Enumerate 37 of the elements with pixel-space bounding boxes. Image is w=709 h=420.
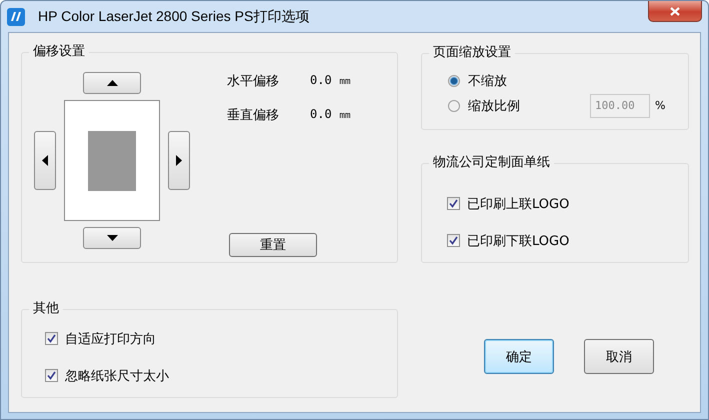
- group-title: 其他: [29, 301, 63, 317]
- right-button[interactable]: [168, 131, 190, 190]
- offset-label: 垂直偏移: [227, 107, 280, 124]
- window-title: HP Color LaserJet 2800 Series PS打印选项: [38, 8, 310, 26]
- group-title: 偏移设置: [29, 44, 89, 60]
- down-arrow-icon: [106, 235, 118, 241]
- group-title: 页面缩放设置: [429, 45, 515, 61]
- checkbox-label: 自适应打印方向: [65, 330, 156, 348]
- up-arrow-icon: [106, 80, 118, 86]
- checkbox[interactable]: [447, 234, 460, 247]
- printer-app-icon: [7, 8, 25, 26]
- radio-button[interactable]: [448, 74, 460, 86]
- checkbox-label: 已印刷上联LOGO: [467, 196, 570, 212]
- radio-label: 缩放比例: [468, 98, 521, 114]
- down-button[interactable]: [83, 227, 141, 249]
- up-button[interactable]: [83, 72, 141, 94]
- left-button[interactable]: [34, 131, 56, 190]
- radio-button[interactable]: [448, 100, 460, 112]
- checkbox[interactable]: [45, 369, 58, 382]
- right-arrow-icon: [176, 155, 182, 166]
- left-arrow-icon: [42, 155, 48, 166]
- checkbox[interactable]: [447, 197, 460, 210]
- cancel-button[interactable]: 取消: [584, 339, 654, 374]
- close-button[interactable]: [648, 1, 702, 22]
- checkbox-label: 忽略纸张尺寸太小: [65, 368, 169, 384]
- print-area: [88, 130, 136, 190]
- offset-label: 水平偏移: [227, 73, 280, 90]
- checkbox[interactable]: [45, 332, 58, 345]
- close-icon: [670, 6, 680, 16]
- ok-button[interactable]: 确定: [484, 339, 554, 374]
- offset-value: 0.0 ㎜: [310, 72, 351, 89]
- checkbox-label: 已印刷下联LOGO: [467, 232, 570, 250]
- group-title: 物流公司定制面单纸: [429, 155, 554, 171]
- radio-label: 不缩放: [468, 72, 508, 90]
- unit-label: %: [655, 99, 666, 112]
- offset-value: 0.0 ㎜: [310, 106, 351, 123]
- reset-button[interactable]: 重置: [229, 233, 317, 257]
